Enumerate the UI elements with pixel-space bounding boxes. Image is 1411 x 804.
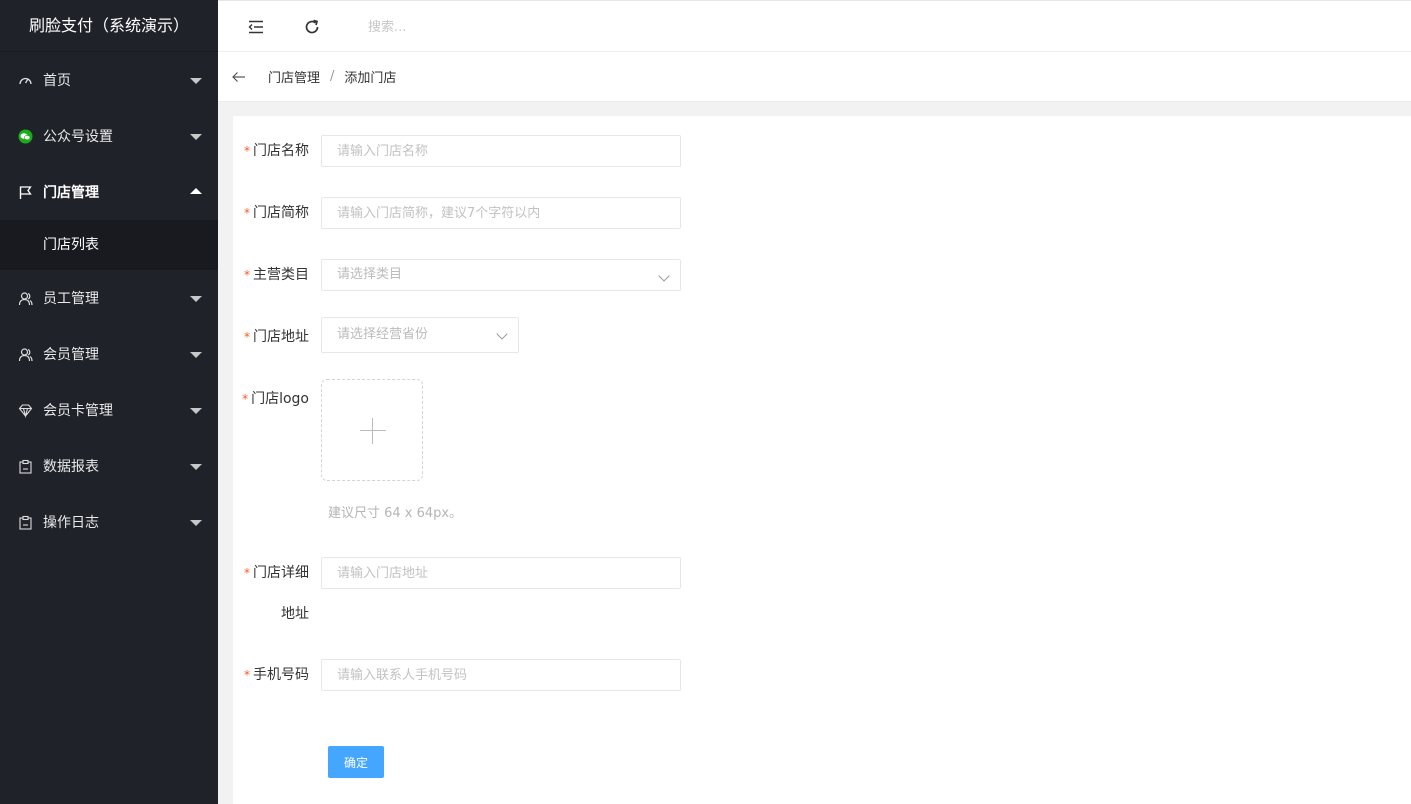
required-mark: * (244, 566, 250, 580)
caret-down-icon (190, 352, 202, 358)
form-row-store-short-name: * 门店简称 (233, 197, 681, 229)
chevron-down-icon (496, 328, 508, 340)
flag-icon (18, 185, 33, 200)
logo-size-hint: 建议尺寸 64 x 64px。 (328, 506, 463, 521)
detail-address-label-line2: 地址 (281, 606, 309, 622)
chevron-down-icon (658, 270, 670, 282)
province-select[interactable]: 请选择经营省份 (321, 317, 519, 353)
search-input[interactable] (368, 15, 668, 39)
store-short-name-input[interactable] (321, 197, 681, 229)
sidebar-item-label: 员工管理 (43, 291, 99, 307)
category-select[interactable]: 请选择类目 (321, 259, 681, 291)
form-row-logo: * 门店logo (233, 379, 423, 481)
user-icon (18, 291, 33, 306)
phone-input[interactable] (321, 659, 681, 691)
phone-label-text: 手机号码 (253, 667, 309, 683)
store-short-name-label: * 门店简称 (233, 197, 321, 229)
sidebar-item-staff-management[interactable]: 员工管理 (0, 270, 218, 326)
required-mark: * (244, 268, 250, 282)
province-select-placeholder: 请选择经营省份 (337, 327, 429, 342)
form-row-address: * 门店地址 请选择经营省份 (233, 317, 519, 353)
sidebar-item-home[interactable]: 首页 (0, 52, 218, 108)
caret-down-icon (190, 296, 202, 302)
breadcrumb: 门店管理 / 添加门店 (218, 52, 1411, 102)
required-mark: * (244, 668, 250, 682)
sidebar-item-member-management[interactable]: 会员管理 (0, 326, 218, 382)
sidebar-item-label: 公众号设置 (43, 129, 113, 145)
plus-icon (360, 430, 386, 431)
detail-address-input[interactable] (321, 557, 681, 589)
address-label-text: 门店地址 (253, 329, 309, 345)
sidebar-item-label: 首页 (43, 73, 71, 89)
store-name-label: * 门店名称 (233, 135, 321, 167)
clipboard-icon (18, 459, 33, 474)
form-row-phone: * 手机号码 (233, 659, 681, 691)
form-row-store-name: * 门店名称 (233, 135, 681, 167)
sidebar-item-label: 操作日志 (43, 515, 99, 531)
sidebar-item-data-reports[interactable]: 数据报表 (0, 438, 218, 494)
sidebar-item-operation-log[interactable]: 操作日志 (0, 494, 218, 550)
dashboard-icon (18, 73, 33, 88)
required-mark: * (244, 330, 250, 344)
sidebar-item-member-card-management[interactable]: 会员卡管理 (0, 382, 218, 438)
required-mark: * (244, 144, 250, 158)
caret-up-icon (190, 188, 202, 194)
plus-icon (372, 418, 373, 444)
top-bar (218, 0, 1411, 52)
category-label: * 主营类目 (233, 259, 321, 291)
app-title: 刷脸支付（系统演示） (0, 0, 218, 52)
logo-label-text: 门店logo (251, 391, 309, 407)
breadcrumb-item-store-management[interactable]: 门店管理 (268, 67, 320, 86)
breadcrumb-item-add-store: 添加门店 (344, 71, 397, 86)
user-icon (18, 347, 33, 362)
form-row-detail-address: * 门店详细 地址 (233, 557, 681, 624)
sidebar-item-store-management[interactable]: 门店管理 (0, 164, 218, 220)
detail-address-label-text: 门店详细 (253, 565, 309, 581)
caret-down-icon (190, 134, 202, 140)
detail-address-label: * 门店详细 地址 (233, 557, 321, 624)
logo-upload[interactable] (321, 379, 423, 481)
store-short-name-label-text: 门店简称 (253, 205, 309, 221)
sidebar-subitem-store-list[interactable]: 门店列表 (0, 220, 218, 270)
store-name-input[interactable] (321, 135, 681, 167)
sidebar-item-label: 会员管理 (43, 347, 99, 363)
caret-down-icon (190, 408, 202, 414)
wechat-icon (18, 129, 33, 144)
category-label-text: 主营类目 (253, 267, 309, 283)
caret-down-icon (190, 78, 202, 84)
breadcrumb-separator: / (330, 69, 335, 84)
logo-label: * 门店logo (233, 383, 321, 481)
address-label: * 门店地址 (233, 321, 321, 353)
collapse-menu-icon[interactable] (246, 17, 266, 37)
caret-down-icon (190, 464, 202, 470)
detail-address-label-line1: * 门店详细 (233, 563, 309, 583)
sidebar-item-label: 门店管理 (43, 185, 99, 201)
caret-down-icon (190, 520, 202, 526)
diamond-icon (18, 403, 33, 418)
sidebar-item-label: 数据报表 (43, 459, 99, 475)
sidebar: 刷脸支付（系统演示） 首页 公众号设置 门店管理 门店列表 员工管理 会员管理 (0, 0, 218, 804)
required-mark: * (242, 392, 249, 406)
store-name-label-text: 门店名称 (253, 143, 309, 159)
phone-label: * 手机号码 (233, 659, 321, 691)
form-row-category: * 主营类目 请选择类目 (233, 259, 681, 291)
category-select-placeholder: 请选择类目 (337, 267, 403, 282)
sidebar-item-wechat-settings[interactable]: 公众号设置 (0, 108, 218, 164)
sidebar-item-label: 会员卡管理 (43, 403, 113, 419)
arrow-left-icon[interactable] (232, 69, 248, 85)
clipboard-icon (18, 515, 33, 530)
required-mark: * (244, 206, 250, 220)
submit-button[interactable]: 确定 (328, 746, 384, 778)
refresh-icon[interactable] (302, 17, 322, 37)
